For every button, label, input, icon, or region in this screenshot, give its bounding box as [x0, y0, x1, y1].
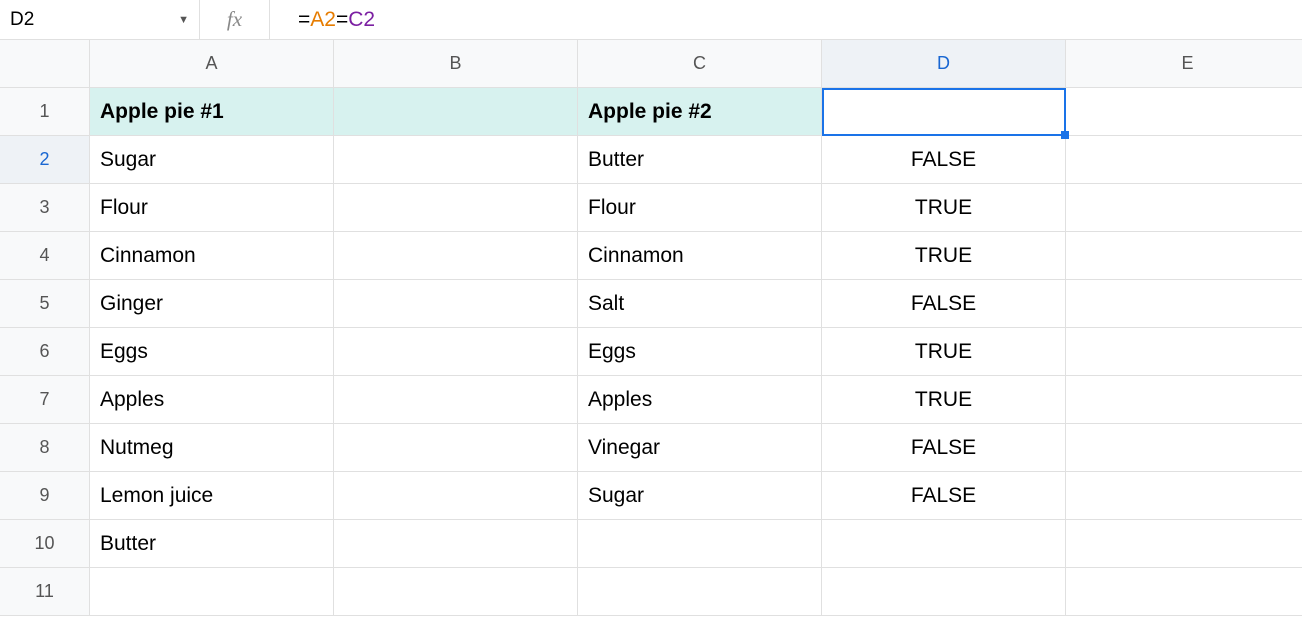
select-all-corner[interactable] — [0, 40, 90, 88]
row-header-10[interactable]: 10 — [0, 520, 90, 568]
col-header-e[interactable]: E — [1066, 40, 1302, 88]
cell-b1[interactable] — [334, 88, 578, 136]
cell-e3[interactable] — [1066, 184, 1302, 232]
cell-b6[interactable] — [334, 328, 578, 376]
chevron-down-icon[interactable]: ▼ — [178, 14, 189, 26]
cell-d5[interactable]: FALSE — [822, 280, 1066, 328]
cell-c5[interactable]: Salt — [578, 280, 822, 328]
cell-b11[interactable] — [334, 568, 578, 616]
formula-eq1: = — [298, 8, 310, 32]
col-header-c[interactable]: C — [578, 40, 822, 88]
row-header-7[interactable]: 7 — [0, 376, 90, 424]
formula-input[interactable]: =A2=C2 — [270, 0, 1302, 39]
cell-c1[interactable]: Apple pie #2 — [578, 88, 822, 136]
formula-bar: D2 ▼ fx =A2=C2 — [0, 0, 1302, 40]
cell-e1[interactable] — [1066, 88, 1302, 136]
cell-e5[interactable] — [1066, 280, 1302, 328]
cell-d8[interactable]: FALSE — [822, 424, 1066, 472]
spreadsheet-grid[interactable]: A B C D E 1 Apple pie #1 Apple pie #2 2 … — [0, 40, 1302, 616]
cell-c8[interactable]: Vinegar — [578, 424, 822, 472]
cell-c11[interactable] — [578, 568, 822, 616]
cell-a6[interactable]: Eggs — [90, 328, 334, 376]
cell-d1[interactable] — [822, 88, 1066, 136]
cell-a4[interactable]: Cinnamon — [90, 232, 334, 280]
row-header-9[interactable]: 9 — [0, 472, 90, 520]
cell-a11[interactable] — [90, 568, 334, 616]
cell-e2[interactable] — [1066, 136, 1302, 184]
cell-e7[interactable] — [1066, 376, 1302, 424]
formula-ref-a: A2 — [310, 8, 336, 32]
cell-b7[interactable] — [334, 376, 578, 424]
cell-e10[interactable] — [1066, 520, 1302, 568]
cell-b10[interactable] — [334, 520, 578, 568]
cell-e4[interactable] — [1066, 232, 1302, 280]
cell-d11[interactable] — [822, 568, 1066, 616]
cell-c2[interactable]: Butter — [578, 136, 822, 184]
col-header-b[interactable]: B — [334, 40, 578, 88]
cell-c10[interactable] — [578, 520, 822, 568]
row-header-8[interactable]: 8 — [0, 424, 90, 472]
row-header-6[interactable]: 6 — [0, 328, 90, 376]
cell-a10[interactable]: Butter — [90, 520, 334, 568]
cell-e11[interactable] — [1066, 568, 1302, 616]
name-box[interactable]: D2 ▼ — [0, 0, 200, 39]
cell-c6[interactable]: Eggs — [578, 328, 822, 376]
row-header-3[interactable]: 3 — [0, 184, 90, 232]
cell-b8[interactable] — [334, 424, 578, 472]
cell-b4[interactable] — [334, 232, 578, 280]
cell-b9[interactable] — [334, 472, 578, 520]
cell-a5[interactable]: Ginger — [90, 280, 334, 328]
row-header-1[interactable]: 1 — [0, 88, 90, 136]
cell-a2[interactable]: Sugar — [90, 136, 334, 184]
cell-a7[interactable]: Apples — [90, 376, 334, 424]
cell-a3[interactable]: Flour — [90, 184, 334, 232]
cell-b2[interactable] — [334, 136, 578, 184]
cell-d3[interactable]: TRUE — [822, 184, 1066, 232]
grid-wrapper: A B C D E 1 Apple pie #1 Apple pie #2 2 … — [0, 40, 1302, 616]
cell-c9[interactable]: Sugar — [578, 472, 822, 520]
row-header-2[interactable]: 2 — [0, 136, 90, 184]
cell-c4[interactable]: Cinnamon — [578, 232, 822, 280]
row-header-11[interactable]: 11 — [0, 568, 90, 616]
row-header-4[interactable]: 4 — [0, 232, 90, 280]
row-header-5[interactable]: 5 — [0, 280, 90, 328]
cell-d6[interactable]: TRUE — [822, 328, 1066, 376]
name-box-value: D2 — [10, 9, 34, 31]
cell-a8[interactable]: Nutmeg — [90, 424, 334, 472]
cell-b3[interactable] — [334, 184, 578, 232]
cell-d4[interactable]: TRUE — [822, 232, 1066, 280]
formula-eq2: = — [336, 8, 348, 32]
cell-d2[interactable]: FALSE — [822, 136, 1066, 184]
cell-c7[interactable]: Apples — [578, 376, 822, 424]
col-header-a[interactable]: A — [90, 40, 334, 88]
cell-c3[interactable]: Flour — [578, 184, 822, 232]
col-header-d[interactable]: D — [822, 40, 1066, 88]
cell-d9[interactable]: FALSE — [822, 472, 1066, 520]
cell-e9[interactable] — [1066, 472, 1302, 520]
cell-a9[interactable]: Lemon juice — [90, 472, 334, 520]
cell-a1[interactable]: Apple pie #1 — [90, 88, 334, 136]
cell-e8[interactable] — [1066, 424, 1302, 472]
cell-d7[interactable]: TRUE — [822, 376, 1066, 424]
cell-b5[interactable] — [334, 280, 578, 328]
cell-e6[interactable] — [1066, 328, 1302, 376]
fx-icon[interactable]: fx — [200, 0, 270, 39]
cell-d10[interactable] — [822, 520, 1066, 568]
formula-ref-c: C2 — [348, 8, 375, 32]
